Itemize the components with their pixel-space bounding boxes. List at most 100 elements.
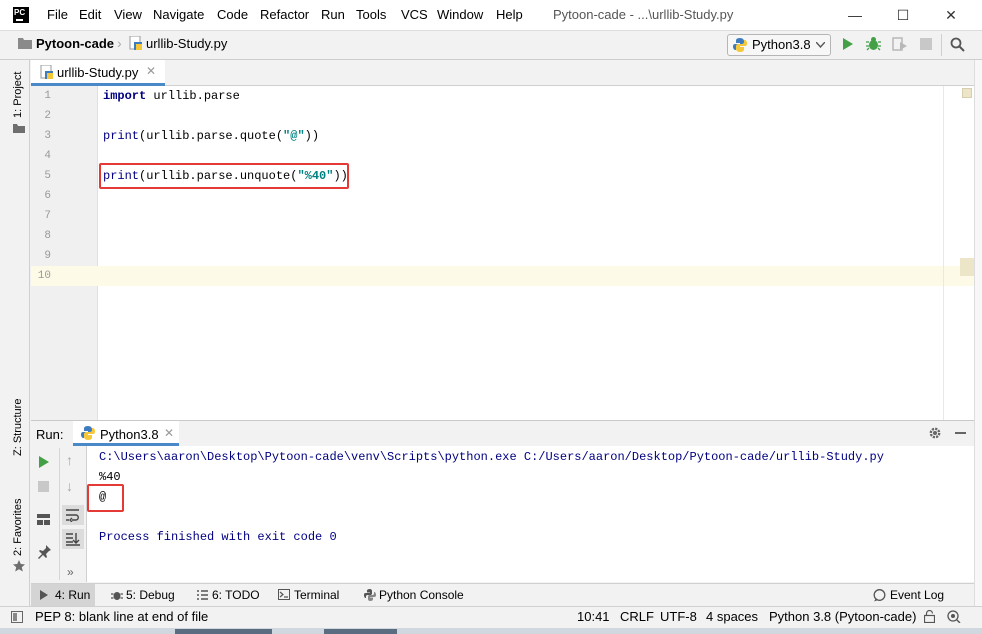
right-margin-guide: [943, 86, 944, 420]
editor-tab-strip: [31, 60, 974, 86]
taskbar-edge: [0, 628, 982, 634]
run-configuration-label: Python3.8: [752, 37, 811, 52]
console-line-command: C:\Users\aaron\Desktop\Pytoon-cade\venv\…: [99, 450, 884, 464]
line-number: 4: [44, 150, 51, 162]
editor-tab-label: urllib-Study.py: [57, 65, 139, 80]
status-message: PEP 8: blank line at end of file: [35, 609, 209, 624]
soft-wrap-icon: [66, 509, 79, 522]
python-file-icon: [40, 65, 53, 79]
caret-position[interactable]: 10:41: [577, 609, 610, 625]
terminal-tool-button[interactable]: Terminal: [294, 588, 339, 602]
toolbar-separator: [941, 34, 942, 56]
favorites-tool-button[interactable]: 2: Favorites: [12, 499, 24, 556]
run-icon: [40, 590, 48, 600]
line-number: 9: [44, 250, 51, 262]
menu-navigate[interactable]: Navigate: [153, 7, 204, 23]
code-text: urllib.parse: [146, 89, 240, 103]
menu-edit[interactable]: Edit: [79, 7, 101, 23]
keyword-import: import: [103, 89, 147, 103]
scroll-up-icon[interactable]: ↑: [66, 452, 73, 468]
builtin-print: print: [103, 129, 140, 143]
title-bar: [0, 0, 982, 30]
menu-refactor[interactable]: Refactor: [260, 7, 309, 23]
taskbar-item: [324, 629, 397, 634]
folder-icon: [13, 124, 25, 133]
right-tool-stripe: [974, 60, 982, 606]
todo-tool-button[interactable]: 6: TODO: [212, 588, 260, 602]
toolbar-divider: [59, 448, 60, 580]
run-panel-label: Run:: [36, 427, 64, 442]
line-number: 1: [44, 90, 51, 102]
menu-tools[interactable]: Tools: [356, 7, 386, 23]
event-log-tool-button[interactable]: Event Log: [890, 588, 944, 602]
console-line-exit: Process finished with exit code 0: [99, 530, 337, 544]
layout-icon[interactable]: [37, 514, 50, 525]
tab-close-icon[interactable]: ✕: [146, 64, 156, 78]
gear-icon[interactable]: [928, 426, 942, 440]
python-console-tool-button[interactable]: Python Console: [379, 588, 464, 602]
lock-icon[interactable]: [924, 610, 935, 623]
inspection-indicator[interactable]: [962, 88, 972, 98]
code-text: )): [304, 129, 320, 143]
python-icon: [81, 426, 95, 440]
run-tab-label: Python3.8: [100, 427, 159, 442]
panel-toggle-icon[interactable]: [11, 611, 23, 623]
line-number: 6: [44, 190, 51, 202]
python-icon: [733, 38, 747, 52]
menu-help[interactable]: Help: [496, 7, 523, 23]
menu-window[interactable]: Window: [437, 7, 483, 23]
indent-setting[interactable]: 4 spaces: [706, 609, 758, 625]
python-console-icon: [364, 589, 376, 601]
rerun-icon[interactable]: [38, 455, 50, 469]
project-tool-button[interactable]: 1: Project: [12, 72, 24, 118]
inspector-icon[interactable]: [947, 610, 961, 623]
debug-icon[interactable]: [866, 36, 881, 51]
debug-tool-button[interactable]: 5: Debug: [126, 588, 175, 602]
menu-run[interactable]: Run: [321, 7, 345, 23]
scroll-marker[interactable]: [960, 258, 974, 276]
stop-icon[interactable]: [38, 481, 49, 492]
pin-icon[interactable]: [37, 545, 51, 559]
line-number: 2: [44, 110, 51, 122]
speech-bubble-icon: [873, 589, 886, 602]
menu-view[interactable]: View: [114, 7, 142, 23]
breadcrumb-file[interactable]: urllib-Study.py: [146, 36, 227, 51]
maximize-button[interactable]: ☐: [888, 5, 918, 25]
run-icon[interactable]: [842, 37, 854, 51]
code-line-3: print(urllib.parse.quote("@")): [103, 126, 319, 146]
run-with-coverage-icon[interactable]: [892, 37, 908, 51]
terminal-icon: [278, 589, 290, 600]
highlight-box: [99, 163, 349, 189]
more-icon[interactable]: »: [67, 565, 74, 579]
breadcrumb-project[interactable]: Pytoon-cade: [36, 36, 114, 51]
bug-icon: [111, 592, 123, 600]
window-title: Pytoon-cade - ...\urllib-Study.py: [553, 7, 734, 22]
taskbar-item: [175, 629, 272, 634]
close-button[interactable]: ✕: [936, 5, 966, 25]
tab-close-icon[interactable]: ✕: [164, 426, 174, 440]
scroll-to-end-icon: [66, 533, 80, 546]
search-icon[interactable]: [950, 37, 965, 52]
hide-panel-icon[interactable]: [955, 432, 966, 434]
breadcrumb-separator-icon: ›: [117, 35, 122, 51]
string-literal: "@": [283, 129, 305, 143]
line-number: 10: [37, 270, 51, 282]
menu-code[interactable]: Code: [217, 7, 248, 23]
scroll-down-icon[interactable]: ↓: [66, 478, 73, 494]
menu-file[interactable]: File: [47, 7, 68, 23]
minimize-button[interactable]: —: [840, 5, 870, 25]
line-separator[interactable]: CRLF: [620, 609, 654, 625]
python-file-icon: [129, 36, 142, 50]
folder-icon: [18, 38, 32, 49]
run-tool-button[interactable]: 4: Run: [55, 588, 90, 602]
stop-icon[interactable]: [920, 38, 932, 50]
menu-vcs[interactable]: VCS: [401, 7, 428, 23]
list-icon: [197, 590, 208, 600]
line-number: 7: [44, 210, 51, 222]
code-line-1: import urllib.parse: [103, 86, 240, 106]
structure-tool-button[interactable]: Z: Structure: [12, 399, 24, 456]
python-interpreter[interactable]: Python 3.8 (Pytoon-cade): [769, 609, 916, 625]
code-text: (urllib.parse.quote(: [139, 129, 284, 143]
line-number: 5: [44, 170, 51, 182]
file-encoding[interactable]: UTF-8: [660, 609, 697, 625]
